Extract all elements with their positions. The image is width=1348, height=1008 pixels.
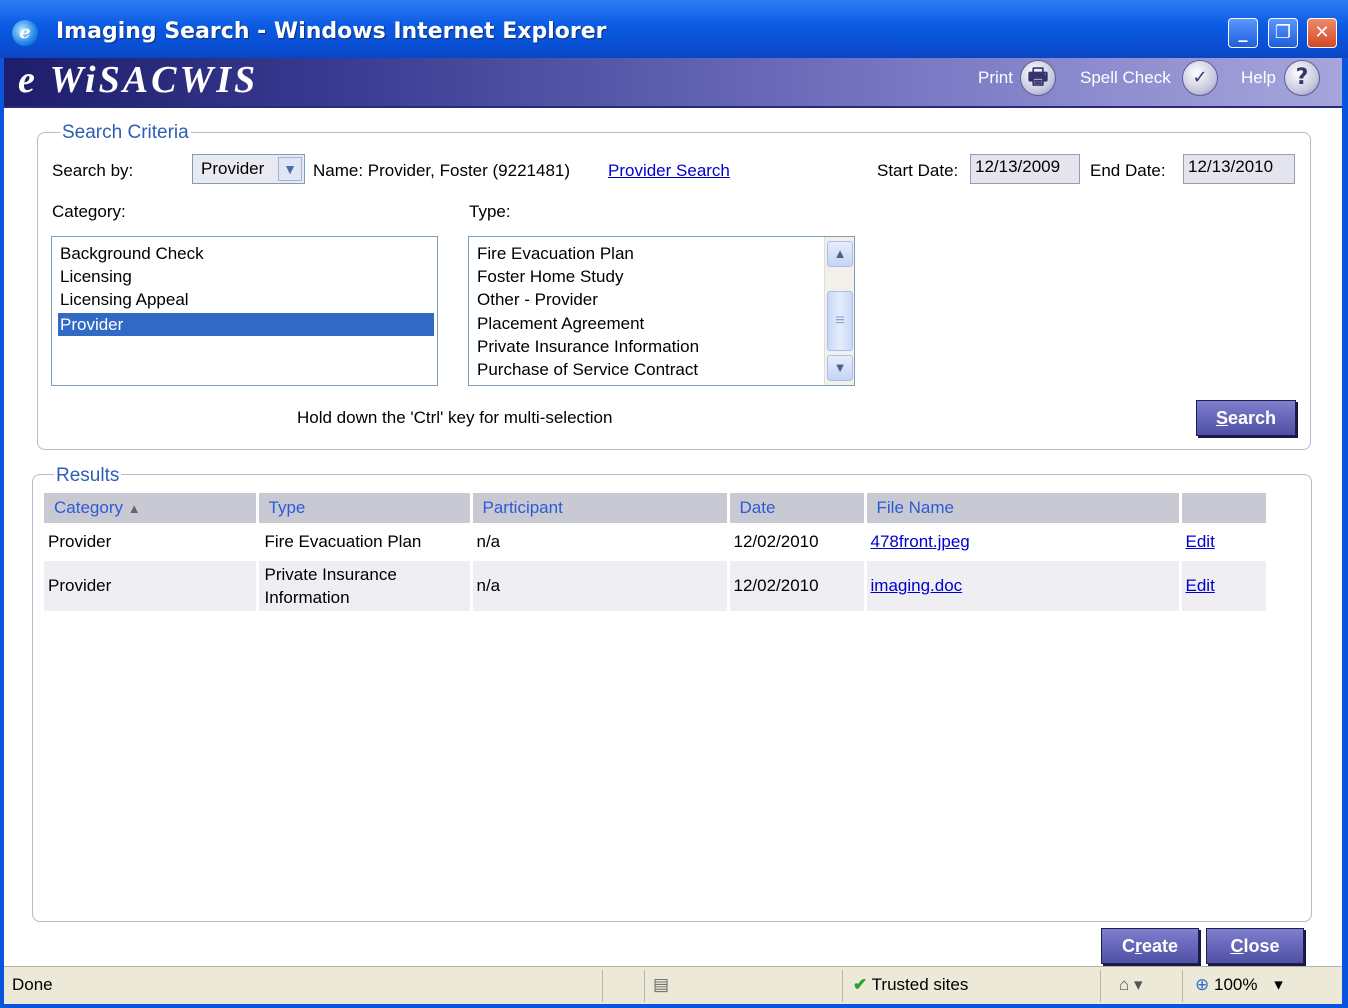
print-link[interactable]: Print (978, 68, 1013, 88)
column-header-type[interactable]: Type (257, 493, 473, 523)
type-option[interactable]: Fire Evacuation Plan (475, 242, 636, 265)
cell-type: Private Insurance Information (257, 561, 473, 611)
cell-participant: n/a (471, 523, 730, 561)
search-by-label: Search by: (52, 161, 134, 180)
table-header-row: Category ▲ Type Participant Date File Na… (44, 493, 1266, 523)
status-divider (602, 970, 603, 1002)
scroll-down-icon[interactable]: ▼ (827, 355, 853, 381)
close-window-button[interactable]: ✕ (1307, 18, 1337, 48)
spell-check-icon[interactable]: ✓ (1182, 60, 1218, 96)
file-name-link[interactable]: imaging.doc (871, 576, 963, 595)
cell-type-line: Information (264, 588, 350, 607)
type-label: Type: (469, 202, 511, 221)
cell-category: Provider (44, 523, 259, 561)
results-legend: Results (54, 465, 122, 487)
close-button[interactable]: Close (1206, 928, 1304, 964)
zoom-level: 100% (1213, 975, 1258, 994)
restore-button[interactable]: ❐ (1268, 18, 1298, 48)
end-date-field[interactable]: 12/13/2010 (1183, 154, 1295, 184)
end-date-label: End Date: (1090, 161, 1166, 180)
protected-mode-icon[interactable]: ⌂ ▾ (1100, 970, 1180, 1002)
cell-type-line: Private Insurance (264, 565, 397, 584)
column-header-date[interactable]: Date (728, 493, 867, 523)
category-listbox[interactable]: Background Check Licensing Licensing App… (51, 236, 438, 386)
category-label: Category: (52, 202, 126, 221)
sort-ascending-icon: ▲ (127, 501, 141, 516)
app-header: e WiSACWIS Print 🖶 Spell Check ✓ Help ? (4, 58, 1342, 108)
cell-category: Provider (44, 561, 259, 611)
category-option[interactable]: Background Check (58, 242, 206, 265)
column-header-actions (1180, 493, 1266, 523)
column-header-file-name[interactable]: File Name (865, 493, 1182, 523)
results-table: Category ▲ Type Participant Date File Na… (44, 493, 1266, 611)
search-criteria-legend: Search Criteria (60, 122, 191, 144)
security-zone[interactable]: ✔ Trusted sites (842, 970, 1100, 1002)
table-row: Provider Fire Evacuation Plan n/a 12/02/… (44, 523, 1266, 561)
zoom-dropdown-icon[interactable]: ▾ (1274, 975, 1283, 994)
help-link[interactable]: Help (1241, 68, 1276, 88)
type-option[interactable]: Other - Provider (475, 288, 600, 311)
zoom-icon: ⊕ (1195, 975, 1210, 994)
type-option[interactable]: Private Insurance Information (475, 335, 701, 358)
category-option[interactable]: Licensing (58, 265, 134, 288)
check-icon: ✔ (853, 975, 868, 994)
provider-search-link[interactable]: Provider Search (608, 161, 730, 181)
printer-icon[interactable]: 🖶 (1020, 60, 1056, 96)
multi-select-hint: Hold down the 'Ctrl' key for multi-selec… (297, 408, 613, 427)
create-button[interactable]: Create (1101, 928, 1199, 964)
table-row: Provider Private Insurance Information n… (44, 561, 1266, 611)
column-header-category[interactable]: Category ▲ (44, 493, 259, 523)
cell-date: 12/02/2010 (728, 523, 867, 561)
app-logo: e WiSACWIS (18, 59, 259, 101)
browser-window: e Imaging Search - Windows Internet Expl… (0, 0, 1348, 1008)
cell-participant: n/a (471, 561, 730, 611)
type-listbox[interactable]: Fire Evacuation Plan Foster Home Study O… (468, 236, 855, 386)
start-date-label: Start Date: (877, 161, 959, 180)
status-bar: Done ▤ ✔ Trusted sites ⌂ ▾ ⊕ 100% ▾ (4, 966, 1342, 1004)
provider-name-text: Name: Provider, Foster (9221481) (313, 161, 571, 180)
cell-date: 12/02/2010 (728, 561, 867, 611)
security-zone-label: Trusted sites (871, 975, 969, 994)
type-listbox-scrollbar[interactable]: ▲ ≡ ▼ (824, 237, 854, 385)
type-option[interactable]: Purchase of Service Contract (475, 358, 700, 381)
edit-link[interactable]: Edit (1186, 576, 1215, 595)
search-button-label: Search (1215, 408, 1277, 428)
title-bar: e Imaging Search - Windows Internet Expl… (0, 0, 1348, 58)
file-name-link[interactable]: 478front.jpeg (871, 532, 970, 551)
window-title: Imaging Search - Windows Internet Explor… (56, 19, 607, 44)
edit-link[interactable]: Edit (1186, 532, 1215, 551)
column-header-label: Category (54, 498, 123, 517)
type-option[interactable]: Placement Agreement (475, 312, 646, 335)
scroll-up-icon[interactable]: ▲ (827, 241, 853, 267)
zoom-control[interactable]: ⊕ 100% ▾ (1182, 970, 1332, 1002)
cell-type: Fire Evacuation Plan (257, 523, 473, 561)
type-option[interactable]: Foster Home Study (475, 265, 625, 288)
minimize-button[interactable]: _ (1228, 18, 1258, 48)
category-option-selected[interactable]: Provider (58, 313, 434, 336)
scroll-thumb[interactable]: ≡ (827, 291, 853, 351)
page-content: Search Criteria Search by: Provider ▼ Na… (4, 108, 1342, 966)
spell-check-link[interactable]: Spell Check (1080, 68, 1171, 88)
help-icon[interactable]: ? (1284, 60, 1320, 96)
column-header-participant[interactable]: Participant (471, 493, 730, 523)
start-date-field[interactable]: 12/13/2009 (970, 154, 1080, 184)
page-info-icon: ▤ (644, 970, 844, 1002)
category-option[interactable]: Licensing Appeal (58, 288, 191, 311)
search-by-value: Provider (201, 159, 265, 178)
search-by-select[interactable]: Provider ▼ (192, 154, 305, 184)
ie-icon: e (12, 20, 38, 46)
chevron-down-icon[interactable]: ▼ (278, 157, 302, 181)
status-text: Done (12, 975, 53, 994)
search-button[interactable]: Search (1196, 400, 1296, 436)
